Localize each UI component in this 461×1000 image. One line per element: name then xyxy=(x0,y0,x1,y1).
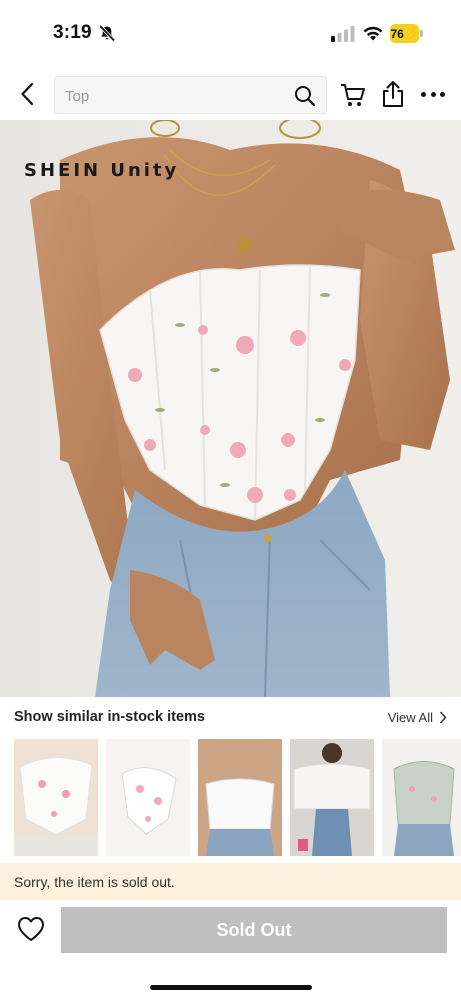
cart-icon[interactable] xyxy=(340,82,366,108)
search-icon[interactable] xyxy=(294,85,316,107)
similar-items-header: Show similar in-stock items View All xyxy=(14,705,447,729)
similar-item-thumbnail[interactable] xyxy=(106,739,190,856)
share-icon[interactable] xyxy=(381,80,405,108)
chevron-right-icon xyxy=(439,711,447,724)
signal-icon xyxy=(331,26,355,42)
similar-item-thumbnail[interactable] xyxy=(290,739,374,856)
search-field[interactable]: Top xyxy=(54,76,327,114)
brand-logo: SHEIN Unity xyxy=(24,160,180,181)
similar-item-thumbnail[interactable] xyxy=(198,739,282,856)
bottom-action-bar: Sold Out xyxy=(0,900,461,1000)
status-bar: 3:19 76 ⚡ xyxy=(0,0,461,62)
view-all-label: View All xyxy=(387,710,433,725)
sold-out-message: Sorry, the item is sold out. xyxy=(14,874,175,890)
status-time: 3:19 xyxy=(53,22,92,43)
search-placeholder: Top xyxy=(65,88,90,105)
similar-items-title: Show similar in-stock items xyxy=(14,709,205,725)
back-arrow-icon xyxy=(21,82,34,106)
product-photo xyxy=(0,120,461,697)
sold-out-button[interactable]: Sold Out xyxy=(61,907,447,953)
battery-level: 76 xyxy=(390,26,404,41)
battery-icon: 76 ⚡ xyxy=(390,24,423,43)
nav-bar: Top xyxy=(0,62,461,120)
similar-item-thumbnail[interactable] xyxy=(14,739,98,856)
sold-out-notice: Sorry, the item is sold out. xyxy=(0,863,461,900)
back-button[interactable] xyxy=(14,80,40,108)
similar-items-carousel[interactable] xyxy=(14,739,461,856)
view-all-link[interactable]: View All xyxy=(388,710,447,725)
similar-item-thumbnail[interactable] xyxy=(382,739,461,856)
product-image[interactable]: SHEIN Unity xyxy=(0,120,461,697)
bell-off-icon xyxy=(98,24,116,42)
heart-icon[interactable] xyxy=(16,915,46,943)
home-indicator xyxy=(150,985,312,990)
wifi-icon xyxy=(363,26,383,41)
more-icon[interactable] xyxy=(420,84,446,104)
